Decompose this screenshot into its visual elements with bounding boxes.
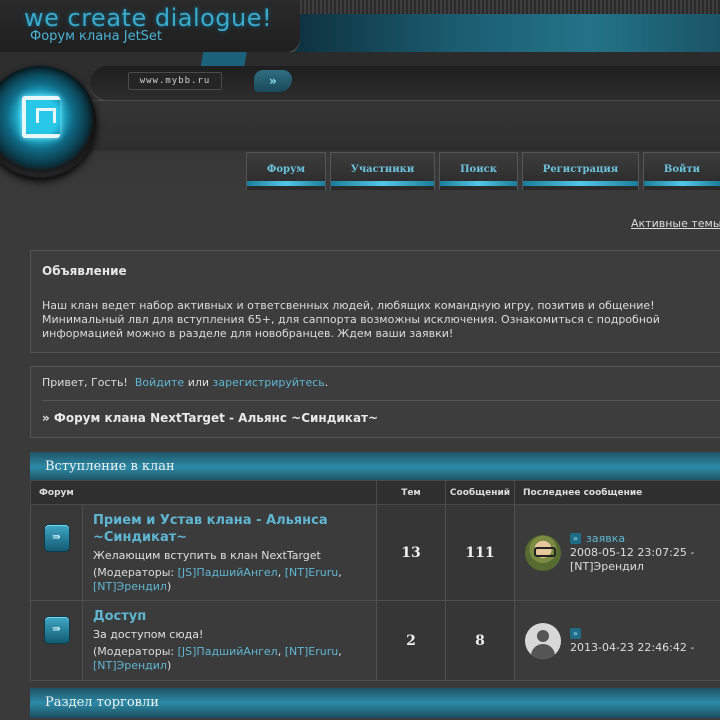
topic-count: 2	[376, 600, 446, 681]
last-post-cell: » 2013-04-23 22:46:42 -	[514, 600, 720, 681]
period-text: .	[324, 376, 329, 389]
nav-members[interactable]: Участники	[330, 152, 435, 190]
forum-table: Форум Тем Сообщений Последнее сообщение …	[30, 480, 720, 681]
moderator-link[interactable]: [NT]Эрендил	[93, 580, 167, 593]
welcome-box: Привет, Гость! Войдите или зарегистрируй…	[30, 366, 720, 438]
logo-glyph-icon	[22, 96, 60, 138]
forum-description: Желающим вступить в клан NextTarget	[93, 548, 321, 562]
mods-suffix: )	[166, 579, 172, 593]
category-header-trade: Раздел торговли	[30, 686, 720, 718]
jump-to-post-icon[interactable]: »	[570, 533, 581, 544]
post-count: 111	[445, 504, 515, 601]
forum-info: Доступ За доступом сюда! (Модераторы: [J…	[82, 600, 377, 681]
category-header-join: Вступление в клан	[30, 450, 720, 482]
site-url[interactable]: www.mybb.ru	[128, 72, 222, 90]
welcome-line: Привет, Гость! Войдите или зарегистрируй…	[42, 376, 328, 389]
last-post-date: 2008-05-12 23:07:25 -	[570, 545, 695, 559]
forum-info: Прием и Устав клана - Альянса ~Синдикат~…	[82, 504, 377, 601]
nav-forum[interactable]: Форум	[246, 152, 326, 190]
last-topic-link[interactable]: заявка	[586, 532, 625, 545]
table-header-row: Форум Тем Сообщений Последнее сообщение	[30, 480, 720, 505]
forum-name[interactable]: Прием и Устав клана - Альянса ~Синдикат~	[93, 512, 376, 546]
announcement-title: Объявление	[42, 264, 127, 278]
main-nav: Форум Участники Поиск Регистрация Войти	[246, 152, 720, 190]
breadcrumb[interactable]: » Форум клана NextTarget - Альянс ~Синди…	[42, 411, 378, 425]
table-row: ⇛ Доступ За доступом сюда! (Модераторы: …	[30, 600, 720, 681]
moderator-link[interactable]: [NT]Eruru	[285, 566, 338, 579]
col-topics: Тем	[376, 480, 446, 505]
board-title[interactable]: Форум клана JetSet	[30, 29, 162, 44]
last-post-text: » 2013-04-23 22:46:42 -	[570, 627, 694, 655]
avatar[interactable]	[525, 622, 561, 659]
or-text: или	[187, 376, 210, 389]
last-post-author[interactable]: [NT]Эрендил	[570, 560, 694, 574]
moderator-link[interactable]: [NT]Eruru	[285, 645, 338, 658]
col-forum: Форум	[30, 480, 377, 505]
nav-login[interactable]: Войти	[643, 152, 720, 190]
last-post: » заявка 2008-05-12 23:07:25 - [NT]Эренди…	[525, 532, 720, 574]
category-title[interactable]: Вступление в клан	[45, 459, 175, 474]
forum-description: За доступом сюда!	[93, 628, 204, 641]
last-post: » 2013-04-23 22:46:42 -	[525, 622, 720, 659]
moderator-link[interactable]: [JS]ПадшийАнгел	[178, 566, 278, 579]
mods-comma: ,	[338, 565, 342, 579]
moderator-link[interactable]: [JS]ПадшийАнгел	[178, 645, 278, 658]
divider	[42, 400, 720, 401]
table-row: ⇛ Прием и Устав клана - Альянса ~Синдика…	[30, 504, 720, 601]
guest-greeting: Привет, Гость!	[42, 376, 128, 389]
forum-name[interactable]: Доступ	[93, 608, 376, 625]
login-link[interactable]: Войдите	[135, 376, 184, 389]
site-slogan: we create dialogue!	[24, 4, 273, 32]
mods-comma: ,	[338, 645, 342, 658]
forum-icon: ⇛	[44, 524, 69, 551]
announcement-box: Объявление Наш клан ведет набор активных…	[30, 250, 720, 353]
mods-prefix: (Модераторы:	[93, 565, 178, 579]
col-posts: Сообщений	[445, 480, 515, 505]
go-button[interactable]: »	[254, 70, 292, 92]
register-link[interactable]: зарегистрируйтесь	[213, 376, 325, 389]
mods-comma: ,	[277, 565, 285, 579]
jump-to-post-icon[interactable]: »	[570, 628, 581, 639]
category-title[interactable]: Раздел торговли	[45, 695, 159, 710]
avatar[interactable]	[525, 534, 561, 571]
nav-search[interactable]: Поиск	[439, 152, 518, 190]
nav-register[interactable]: Регистрация	[522, 152, 639, 190]
forum-moderators: (Модераторы: [JS]ПадшийАнгел, [NT]Eruru,…	[93, 566, 376, 594]
moderator-link[interactable]: [NT]Эрендил	[93, 659, 167, 672]
active-topics-link[interactable]: Активные темы	[631, 217, 720, 230]
post-count: 8	[445, 600, 515, 681]
site-header: we create dialogue! Форум клана JetSet w…	[0, 0, 720, 200]
col-last-post: Последнее сообщение	[514, 480, 720, 505]
last-post-date: 2013-04-23 22:46:42 -	[570, 640, 695, 654]
last-post-text: » заявка 2008-05-12 23:07:25 - [NT]Эренди…	[570, 532, 694, 574]
mods-prefix: (Модераторы:	[93, 645, 178, 658]
mods-suffix: )	[166, 659, 172, 672]
last-post-cell: » заявка 2008-05-12 23:07:25 - [NT]Эренди…	[514, 504, 720, 601]
header-shelf	[90, 100, 720, 151]
mods-comma: ,	[277, 645, 285, 658]
forum-moderators: (Модераторы: [JS]ПадшийАнгел, [NT]Eruru,…	[93, 645, 376, 673]
forum-icon-cell: ⇛	[30, 600, 83, 681]
forum-icon-cell: ⇛	[30, 504, 83, 601]
forum-icon: ⇛	[44, 616, 69, 643]
topic-count: 13	[376, 504, 446, 601]
logo-plate: we create dialogue! Форум клана JetSet	[0, 0, 300, 52]
announcement-text: Наш клан ведет набор активных и ответсве…	[42, 299, 660, 340]
